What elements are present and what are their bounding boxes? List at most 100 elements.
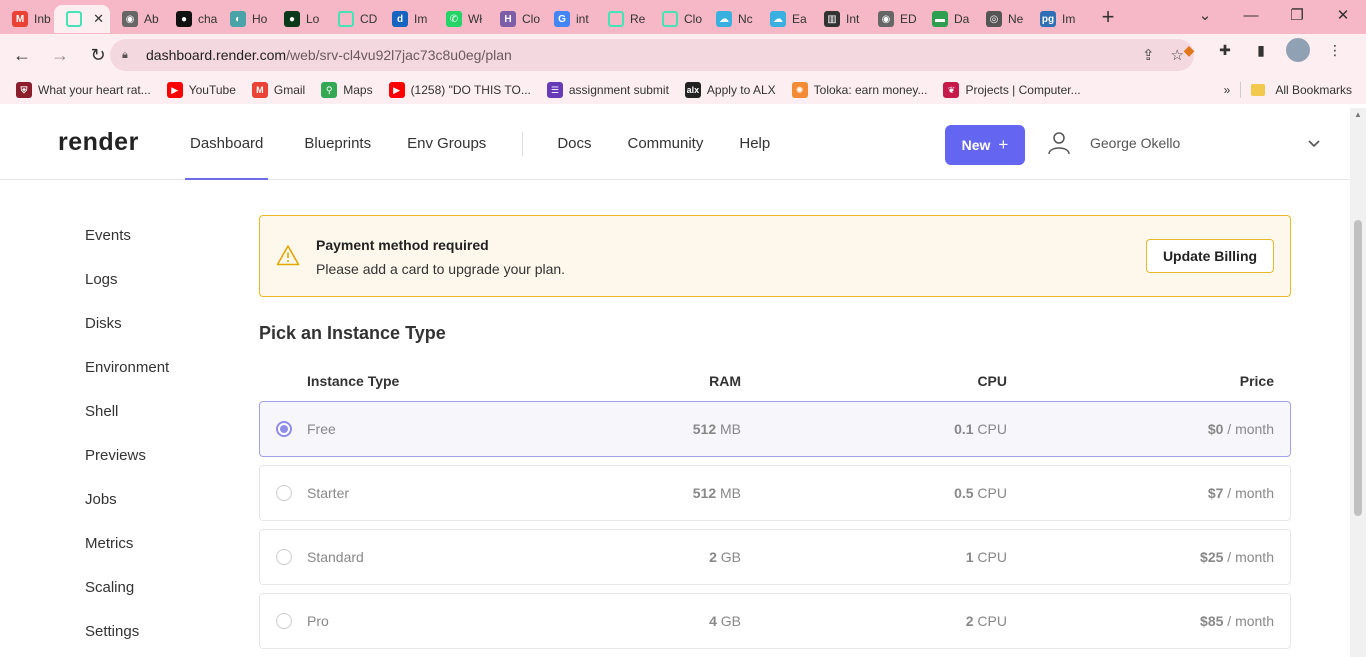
sidebar-item-disks[interactable]: Disks <box>85 311 169 355</box>
render-icon <box>608 11 624 27</box>
tab-title: Inb <box>34 12 51 26</box>
bookmark-list: ⛨ What your heart rat... ▶ YouTube M Gmail ⚲ Ma… <box>0 82 1081 98</box>
bookmark-item[interactable]: ❦ Projects | Computer... <box>943 82 1081 98</box>
instance-radio[interactable] <box>276 549 292 565</box>
col-instance-type: Instance Type <box>307 373 400 389</box>
browser-tab[interactable]: Re <box>596 5 650 33</box>
cpu-unit: CPU <box>973 421 1007 437</box>
sidebar-item-jobs[interactable]: Jobs <box>85 487 169 531</box>
tab-title: Ab <box>144 12 159 26</box>
nav-blueprints[interactable]: Blueprints <box>304 108 371 180</box>
bookmark-item[interactable]: M Gmail <box>251 82 306 98</box>
render-icon <box>662 11 678 27</box>
sidebar-item-environment[interactable]: Environment <box>85 355 169 399</box>
bookmark-item[interactable]: ▶ YouTube <box>166 82 236 98</box>
sidebar-item-scaling[interactable]: Scaling <box>85 575 169 619</box>
sidebar-item-shell[interactable]: Shell <box>85 399 169 443</box>
sidebar-item-logs[interactable]: Logs <box>85 267 169 311</box>
browser-tab[interactable]: ✆ Wł <box>434 5 488 33</box>
bookmarks-overflow-icon[interactable]: » <box>1224 83 1231 97</box>
browser-tab[interactable]: H Clo <box>488 5 542 33</box>
browser-tab[interactable]: ▬ Da <box>920 5 974 33</box>
service-sidebar: Events Logs Disks Environment Shell Prev… <box>85 223 169 657</box>
browser-tab[interactable]: ◉ ED <box>866 5 920 33</box>
instance-row-pro[interactable]: Pro 4 GB 2 CPU $85 / month <box>259 593 1291 649</box>
browser-tab[interactable]: ☁ Ea <box>758 5 812 33</box>
browser-tab[interactable]: M Inb <box>0 5 54 33</box>
browser-tab[interactable]: ● cha <box>164 5 218 33</box>
divider <box>1240 82 1242 98</box>
profile-avatar[interactable] <box>1286 38 1310 62</box>
tab-close-icon[interactable]: ✕ <box>93 11 104 27</box>
bookmark-item[interactable]: ☰ assignment submit <box>546 82 669 98</box>
new-tab-button[interactable]: + <box>1096 4 1120 30</box>
bookmark-label: Gmail <box>273 83 306 97</box>
browser-tab[interactable]: ▥ Int <box>812 5 866 33</box>
back-arrow-icon[interactable]: ← <box>6 39 38 71</box>
bookmark-item[interactable]: alx Apply to ALX <box>684 82 776 98</box>
browser-toolbar: ← → ↻ 🔒︎ dashboard.render.com/web/srv-cl… <box>0 34 1366 76</box>
render-logo[interactable]: render <box>58 128 139 157</box>
sidebar-item-previews[interactable]: Previews <box>85 443 169 487</box>
nav-help[interactable]: Help <box>739 108 770 180</box>
nav-community[interactable]: Community <box>628 108 704 180</box>
user-menu[interactable]: George Okello <box>1040 124 1320 162</box>
browser-tab[interactable]: pg Im <box>1028 5 1082 33</box>
instance-row-starter[interactable]: Starter 512 MB 0.5 CPU $7 / month <box>259 465 1291 521</box>
menu-kebab-icon[interactable]: ⋮ <box>1324 39 1346 61</box>
instance-radio[interactable] <box>276 421 292 437</box>
bookmark-item[interactable]: ▶ (1258) "DO THIS TO... <box>388 82 531 98</box>
nav-env-groups[interactable]: Env Groups <box>407 108 486 180</box>
lock-icon: 🔒︎ <box>122 49 128 61</box>
browser-tab[interactable]: ◐ Ho <box>218 5 272 33</box>
instance-row-free[interactable]: Free 512 MB 0.1 CPU $0 / month <box>259 401 1291 457</box>
price-value: $0 <box>1207 421 1224 437</box>
address-bar[interactable]: 🔒︎ dashboard.render.com/web/srv-cl4vu92l… <box>110 39 1194 71</box>
browser-tab[interactable]: ◎ Ne <box>974 5 1028 33</box>
sidebar-item-metrics[interactable]: Metrics <box>85 531 169 575</box>
share-icon[interactable]: ⇪ <box>1142 46 1155 64</box>
forward-arrow-icon[interactable]: → <box>44 39 76 71</box>
instance-cpu: 1 CPU <box>966 549 1007 565</box>
tab-title: Lo <box>306 12 320 26</box>
browser-tab[interactable]: d Im <box>380 5 434 33</box>
bookmark-item[interactable]: ✺ Toloka: earn money... <box>791 82 927 98</box>
ram-unit: MB <box>716 485 741 501</box>
bookmark-item[interactable]: ⚲ Maps <box>321 82 373 98</box>
book-icon: ▥ <box>824 11 840 27</box>
nav-dashboard[interactable]: Dashboard <box>185 108 269 180</box>
browser-tab[interactable]: ◉ Ab <box>110 5 164 33</box>
all-bookmarks-folder[interactable]: All Bookmarks <box>1251 83 1352 97</box>
browser-tab[interactable]: Gint <box>542 5 596 33</box>
scroll-up-icon[interactable]: ▲ <box>1354 110 1362 119</box>
browser-tab[interactable]: CD <box>326 5 380 33</box>
instance-row-standard[interactable]: Standard 2 GB 1 CPU $25 / month <box>259 529 1291 585</box>
sidebar-item-settings[interactable]: Settings <box>85 619 169 657</box>
minimize-icon[interactable]: — <box>1228 0 1274 30</box>
scrollbar-thumb[interactable] <box>1354 220 1362 516</box>
restore-icon[interactable]: ❐ <box>1274 0 1320 30</box>
cpu-unit: CPU <box>973 613 1007 629</box>
new-button[interactable]: New + <box>945 125 1025 165</box>
tab-search-icon[interactable]: ⌄ <box>1182 0 1228 30</box>
instance-radio[interactable] <box>276 485 292 501</box>
close-window-icon[interactable]: ✕ <box>1320 0 1366 30</box>
instance-table-header: Instance Type RAM CPU Price <box>259 370 1291 392</box>
extensions-puzzle-icon[interactable]: ✚ <box>1214 39 1236 61</box>
instance-price: $7 / month <box>1208 485 1274 501</box>
browser-tab[interactable]: ☁ Nc <box>704 5 758 33</box>
instance-ram: 512 MB <box>693 485 741 501</box>
update-billing-button[interactable]: Update Billing <box>1146 239 1274 273</box>
nav-docs[interactable]: Docs <box>557 108 591 180</box>
sidebar-item-events[interactable]: Events <box>85 223 169 267</box>
page-scrollbar[interactable]: ▲ <box>1350 108 1366 657</box>
metamask-icon[interactable]: ◆ <box>1178 39 1200 61</box>
browser-tab[interactable]: Clo <box>650 5 704 33</box>
side-panel-icon[interactable]: ▮ <box>1250 39 1272 61</box>
ram-value: 512 <box>692 485 717 501</box>
bookmark-item[interactable]: ⛨ What your heart rat... <box>16 82 151 98</box>
instance-type-heading: Pick an Instance Type <box>259 323 446 343</box>
instance-radio[interactable] <box>276 613 292 629</box>
browser-tab[interactable]: ✕ <box>54 5 110 33</box>
browser-tab[interactable]: ● Lo <box>272 5 326 33</box>
